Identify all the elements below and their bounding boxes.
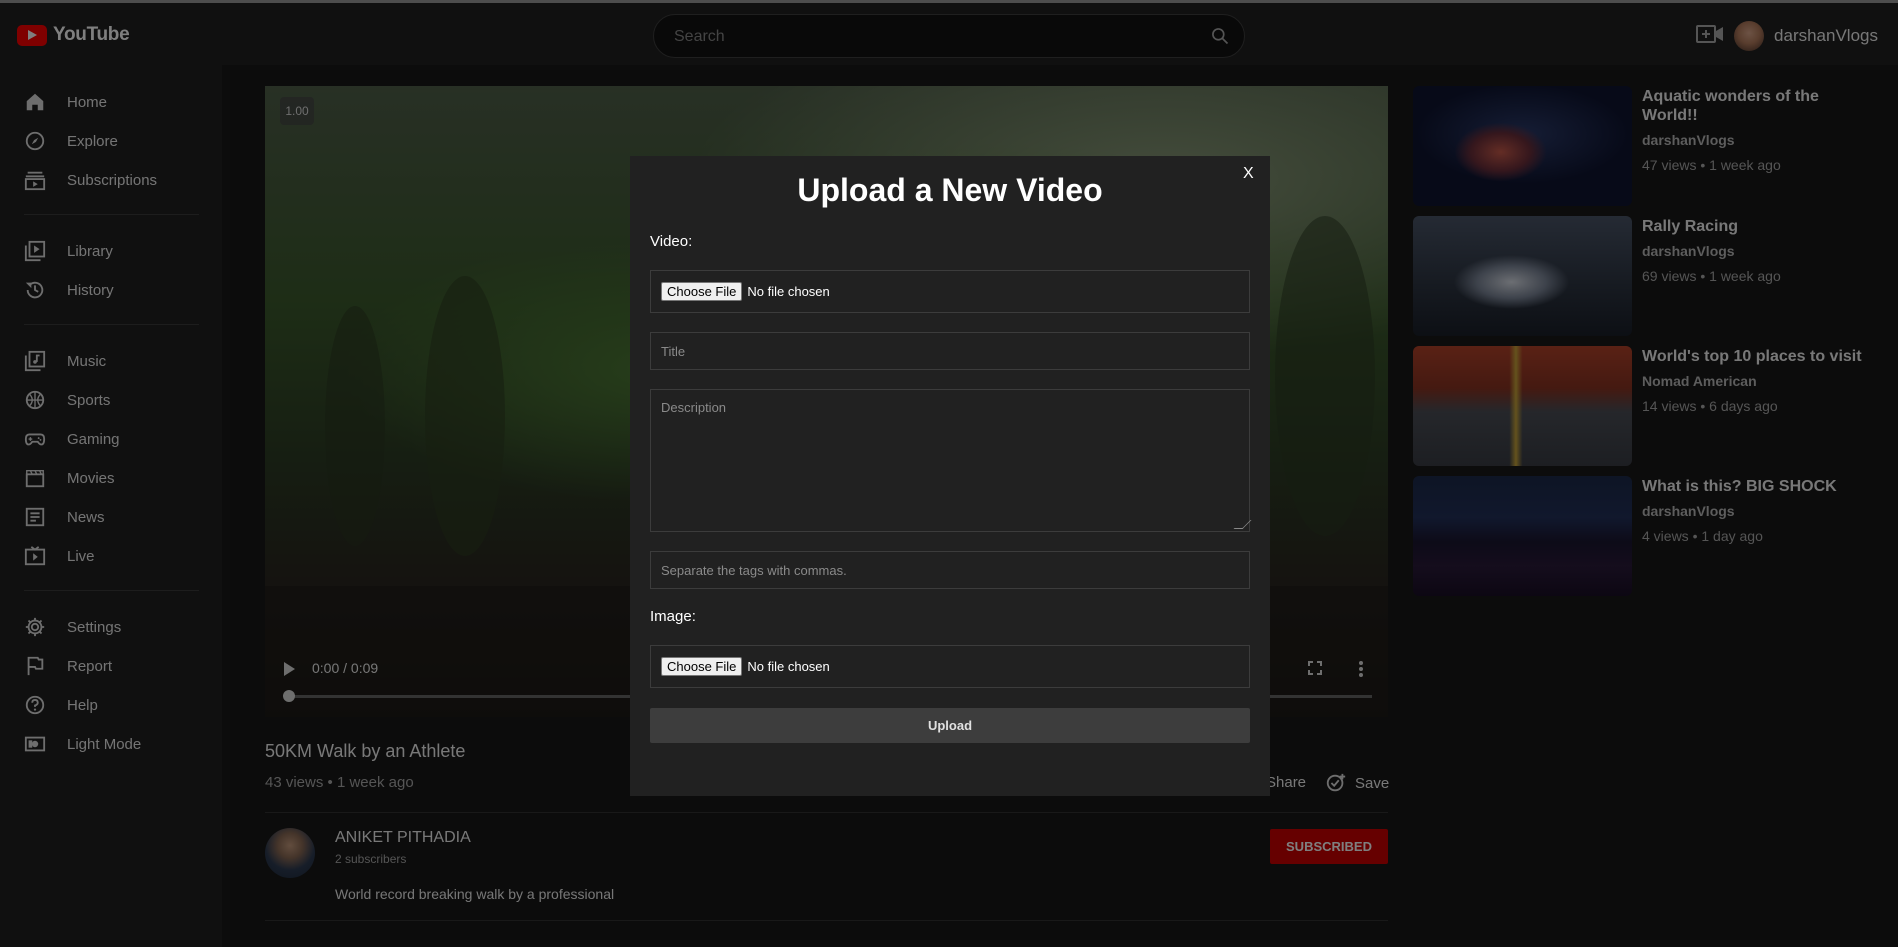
video-file-status: No file chosen	[747, 284, 830, 299]
image-file-field: Choose File No file chosen	[650, 645, 1250, 688]
modal-title: Upload a New Video	[797, 172, 1103, 208]
video-field-label: Video:	[650, 233, 693, 250]
title-input[interactable]	[651, 333, 1249, 369]
image-field-label: Image:	[650, 608, 696, 625]
image-file-status: No file chosen	[747, 659, 830, 674]
choose-image-file-button[interactable]: Choose File	[661, 657, 743, 676]
tags-input[interactable]	[651, 552, 1249, 588]
upload-button[interactable]: Upload	[650, 708, 1250, 743]
description-field	[650, 389, 1252, 532]
video-file-field: Choose File No file chosen	[650, 270, 1250, 313]
choose-video-file-button[interactable]: Choose File	[661, 282, 743, 301]
description-input[interactable]	[651, 390, 1249, 531]
tags-field	[650, 551, 1250, 589]
title-field	[650, 332, 1250, 370]
